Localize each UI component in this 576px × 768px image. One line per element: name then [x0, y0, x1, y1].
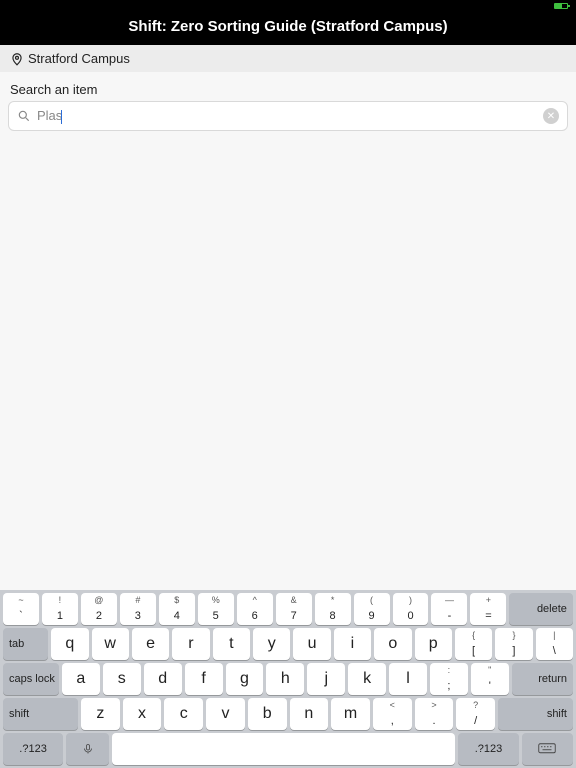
key-b[interactable]: b	[248, 698, 287, 730]
key-tab[interactable]: tab	[3, 628, 48, 660]
key-u[interactable]: u	[293, 628, 330, 660]
key-num-1[interactable]: !1	[42, 593, 78, 625]
key-e[interactable]: e	[132, 628, 169, 660]
key-punct2-1[interactable]: >.	[415, 698, 454, 730]
key-num-9[interactable]: (9	[354, 593, 390, 625]
key-num-8[interactable]: *8	[315, 593, 351, 625]
key-f[interactable]: f	[185, 663, 223, 695]
key-l[interactable]: l	[389, 663, 427, 695]
battery-icon	[554, 3, 568, 9]
key-return[interactable]: return	[512, 663, 573, 695]
key-num-2[interactable]: @2	[81, 593, 117, 625]
key-q[interactable]: q	[51, 628, 88, 660]
key-punct-1[interactable]: "'	[471, 663, 509, 695]
page-title: Shift: Zero Sorting Guide (Stratford Cam…	[0, 12, 576, 45]
key-num-7[interactable]: &7	[276, 593, 312, 625]
key-z[interactable]: z	[81, 698, 120, 730]
key-delete[interactable]: delete	[509, 593, 573, 625]
key-s[interactable]: s	[103, 663, 141, 695]
status-bar	[0, 0, 576, 12]
key-j[interactable]: j	[307, 663, 345, 695]
keyboard-icon	[538, 743, 556, 755]
key-c[interactable]: c	[164, 698, 203, 730]
key-o[interactable]: o	[374, 628, 411, 660]
location-pin-icon	[10, 52, 24, 66]
key-num-3[interactable]: #3	[120, 593, 156, 625]
clear-search-button[interactable]: ✕	[543, 108, 559, 124]
key-shift-right[interactable]: shift	[498, 698, 573, 730]
key-num-4[interactable]: $4	[159, 593, 195, 625]
key-num-0[interactable]: ~`	[3, 593, 39, 625]
location-bar[interactable]: Stratford Campus	[0, 45, 576, 72]
key-punct-0[interactable]: :;	[430, 663, 468, 695]
key-v[interactable]: v	[206, 698, 245, 730]
key-h[interactable]: h	[266, 663, 304, 695]
key-shift-left[interactable]: shift	[3, 698, 78, 730]
key-bracket-0[interactable]: {[	[455, 628, 492, 660]
key-k[interactable]: k	[348, 663, 386, 695]
key-num-5[interactable]: %5	[198, 593, 234, 625]
key-num-6[interactable]: ^6	[237, 593, 273, 625]
onscreen-keyboard: ~`!1@2#3$4%5^6&7*8(9)0—-+=delete tab qwe…	[0, 590, 576, 768]
key-bracket-2[interactable]: |\	[536, 628, 573, 660]
key-r[interactable]: r	[172, 628, 209, 660]
search-box[interactable]: Plas ✕	[8, 101, 568, 131]
key-i[interactable]: i	[334, 628, 371, 660]
location-name: Stratford Campus	[28, 51, 130, 66]
key-y[interactable]: y	[253, 628, 290, 660]
key-capslock[interactable]: caps lock	[3, 663, 59, 695]
mic-icon	[82, 741, 94, 757]
key-t[interactable]: t	[213, 628, 250, 660]
search-label: Search an item	[0, 72, 576, 101]
key-numtoggle-right[interactable]: .?123	[458, 733, 518, 765]
key-punct2-2[interactable]: ?/	[456, 698, 495, 730]
key-num-12[interactable]: +=	[470, 593, 506, 625]
key-num-11[interactable]: —-	[431, 593, 467, 625]
key-p[interactable]: p	[415, 628, 452, 660]
key-a[interactable]: a	[62, 663, 100, 695]
key-space[interactable]	[112, 733, 455, 765]
key-g[interactable]: g	[226, 663, 264, 695]
key-numtoggle-left[interactable]: .?123	[3, 733, 63, 765]
key-x[interactable]: x	[123, 698, 162, 730]
key-punct2-0[interactable]: <,	[373, 698, 412, 730]
key-dictation[interactable]	[66, 733, 109, 765]
key-bracket-1[interactable]: }]	[495, 628, 532, 660]
key-d[interactable]: d	[144, 663, 182, 695]
key-num-10[interactable]: )0	[393, 593, 429, 625]
key-n[interactable]: n	[290, 698, 329, 730]
key-m[interactable]: m	[331, 698, 370, 730]
key-w[interactable]: w	[92, 628, 129, 660]
search-input[interactable]: Plas	[37, 108, 543, 124]
search-icon	[17, 109, 31, 123]
key-hide-keyboard[interactable]	[522, 733, 574, 765]
